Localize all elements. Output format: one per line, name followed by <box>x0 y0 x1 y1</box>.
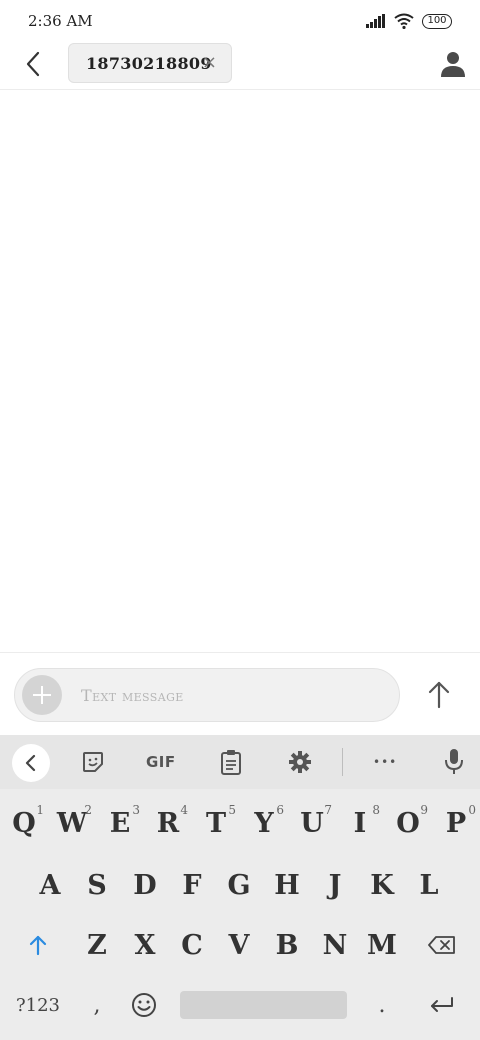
more-options-icon: ••• <box>373 755 398 769</box>
recipient-chip[interactable]: 18730218809 × <box>68 43 232 83</box>
enter-key[interactable] <box>420 985 464 1025</box>
key-c[interactable]: C <box>168 925 216 965</box>
key-label: P <box>445 807 467 839</box>
key-label: U <box>300 807 324 839</box>
key-b[interactable]: B <box>263 925 311 965</box>
sticker-button[interactable] <box>81 749 105 775</box>
key-a[interactable]: A <box>26 865 74 905</box>
contact-icon[interactable] <box>440 50 466 78</box>
key-d[interactable]: D <box>121 865 169 905</box>
clipboard-button[interactable] <box>220 749 242 775</box>
gif-label: GIF <box>146 753 176 771</box>
key-i[interactable]: I8 <box>336 803 384 843</box>
message-composer: Text message <box>0 652 480 735</box>
status-time: 2:36 AM <box>28 12 93 30</box>
emoji-icon <box>132 993 156 1017</box>
key-v[interactable]: V <box>215 925 263 965</box>
key-label: Y <box>254 807 274 839</box>
key-hint: 0 <box>468 803 476 817</box>
keyboard-toolbar: GIF ••• <box>0 735 480 789</box>
sticker-icon <box>83 752 103 772</box>
message-input[interactable]: Text message <box>14 668 400 722</box>
back-arrow-icon[interactable] <box>20 50 48 78</box>
key-o[interactable]: O9 <box>384 803 432 843</box>
message-placeholder: Text message <box>81 686 184 705</box>
key-label: I <box>353 807 367 839</box>
settings-button[interactable] <box>288 749 312 775</box>
battery-level: 100 <box>427 14 447 26</box>
key-k[interactable]: K <box>358 865 406 905</box>
battery-icon: 100 <box>422 13 452 29</box>
key-hint: 3 <box>132 803 140 817</box>
key-label: O <box>396 807 420 839</box>
key-w[interactable]: W2 <box>48 803 96 843</box>
emoji-key[interactable] <box>124 985 164 1025</box>
key-f[interactable]: F <box>168 865 216 905</box>
voice-input-button[interactable] <box>444 749 464 775</box>
remove-recipient-icon[interactable]: × <box>202 54 217 72</box>
wifi-icon <box>394 13 414 29</box>
key-hint: 4 <box>180 803 188 817</box>
gif-button[interactable]: GIF <box>146 749 176 775</box>
key-l[interactable]: L <box>405 865 453 905</box>
key-hint: 8 <box>372 803 380 817</box>
symbols-key[interactable]: ?123 <box>8 985 68 1025</box>
signal-icon <box>366 14 385 28</box>
key-s[interactable]: S <box>73 865 121 905</box>
keyboard-collapse-button[interactable] <box>12 744 50 782</box>
status-icons: 100 <box>366 13 452 29</box>
key-h[interactable]: H <box>263 865 311 905</box>
status-bar: 2:36 AM 100 <box>0 0 480 44</box>
key-label: T <box>205 807 227 839</box>
shift-arrow-icon <box>29 935 47 956</box>
clipboard-icon <box>221 750 241 775</box>
key-hint: 1 <box>36 803 44 817</box>
key-n[interactable]: N <box>311 925 359 965</box>
key-x[interactable]: X <box>121 925 169 965</box>
key-p[interactable]: P0 <box>432 803 480 843</box>
period-key[interactable]: . <box>362 985 402 1025</box>
key-y[interactable]: Y6 <box>240 803 288 843</box>
key-hint: 5 <box>228 803 236 817</box>
key-label: W <box>56 807 88 839</box>
key-q[interactable]: Q1 <box>0 803 48 843</box>
key-hint: 7 <box>324 803 332 817</box>
keyboard: GIF ••• Q 1 W 2 E 3 R 4 T 5 Y 6 U 7 I 8 … <box>0 735 480 1040</box>
shift-key[interactable] <box>16 925 60 965</box>
key-m[interactable]: M <box>358 925 406 965</box>
more-options-button[interactable]: ••• <box>373 749 397 775</box>
key-label: Q <box>12 807 36 839</box>
key-t[interactable]: T5 <box>192 803 240 843</box>
toolbar-divider <box>342 748 343 776</box>
backspace-key[interactable] <box>420 925 464 965</box>
conversation-header: 18730218809 × <box>0 40 480 90</box>
enter-arrow-icon <box>431 997 453 1012</box>
key-label: R <box>156 807 180 839</box>
chevron-left-icon <box>25 754 36 772</box>
gear-icon <box>289 751 311 773</box>
recipient-number: 18730218809 <box>86 53 212 73</box>
key-z[interactable]: Z <box>73 925 121 965</box>
spacebar[interactable] <box>180 991 347 1019</box>
key-u[interactable]: U7 <box>288 803 336 843</box>
key-hint: 2 <box>84 803 92 817</box>
send-arrow-icon[interactable] <box>424 677 454 711</box>
comma-key[interactable]: , <box>77 985 117 1025</box>
key-hint: 6 <box>276 803 284 817</box>
key-j[interactable]: J <box>311 865 359 905</box>
add-attachment-icon[interactable] <box>22 675 62 715</box>
microphone-icon <box>445 749 463 774</box>
key-label: E <box>109 807 131 839</box>
key-hint: 9 <box>420 803 428 817</box>
backspace-icon <box>428 936 455 954</box>
key-r[interactable]: R4 <box>144 803 192 843</box>
key-e[interactable]: E3 <box>96 803 144 843</box>
key-g[interactable]: G <box>215 865 263 905</box>
